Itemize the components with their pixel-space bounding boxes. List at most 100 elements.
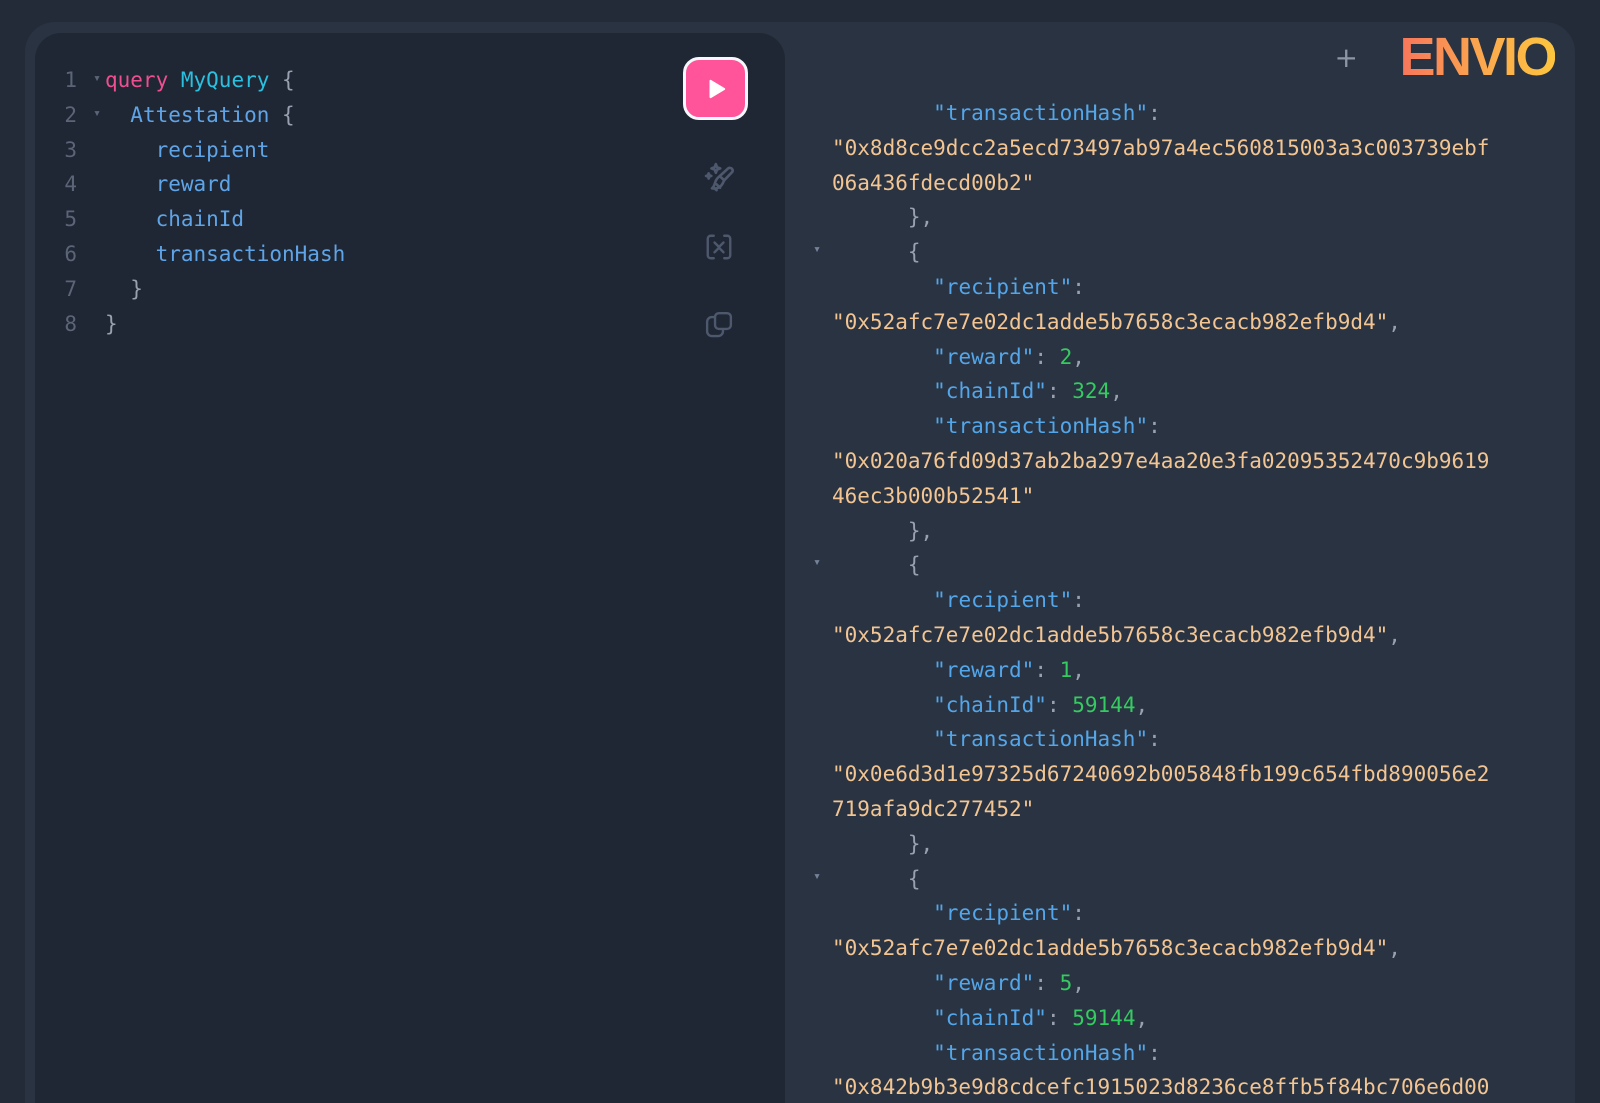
fold-toggle-icon[interactable]: ▾ <box>87 97 107 132</box>
response-line: 46ec3b000b52541" <box>785 479 1575 514</box>
query-line: 3 recipient <box>35 133 785 168</box>
line-number: 5 <box>35 202 77 237</box>
response-line: "recipient": <box>785 270 1575 305</box>
response-line: "reward": 5, <box>785 966 1575 1001</box>
code-text: "recipient": <box>832 583 1085 618</box>
envio-logo[interactable]: ENVIO <box>1399 30 1555 84</box>
response-line: ▾ { <box>785 235 1575 270</box>
copy-query-button[interactable] <box>697 303 741 347</box>
response-line: "reward": 2, <box>785 340 1575 375</box>
code-text: recipient <box>105 133 269 168</box>
line-number: 3 <box>35 133 77 168</box>
code-text: "transactionHash": <box>832 96 1161 131</box>
query-line: 2 ▾ Attestation { <box>35 98 785 133</box>
response-line: }, <box>785 827 1575 862</box>
code-text: }, <box>832 514 933 549</box>
query-line: 4 reward <box>35 167 785 202</box>
code-text: "transactionHash": <box>832 1036 1161 1071</box>
response-line: ▾ { <box>785 862 1575 897</box>
code-text: }, <box>832 200 933 235</box>
code-text: "reward": 5, <box>832 966 1085 1001</box>
response-line: "0x842b9b3e9d8cdcefc1915023d8236ce8ffb5f… <box>785 1070 1575 1103</box>
code-text: 46ec3b000b52541" <box>832 479 1034 514</box>
line-number: 1 <box>35 63 77 98</box>
query-line: 7 } <box>35 272 785 307</box>
response-line: "transactionHash": <box>785 409 1575 444</box>
query-code[interactable]: 1▾query MyQuery {2▾ Attestation {3 recip… <box>35 33 785 341</box>
code-text: "reward": 2, <box>832 340 1085 375</box>
code-text: { <box>832 548 921 583</box>
code-text: "0x842b9b3e9d8cdcefc1915023d8236ce8ffb5f… <box>832 1070 1489 1103</box>
response-line: "recipient": <box>785 583 1575 618</box>
query-line: 6 transactionHash <box>35 237 785 272</box>
code-text: "0x020a76fd09d37ab2ba297e4aa20e3fa020953… <box>832 444 1489 479</box>
execute-query-button[interactable] <box>683 57 748 120</box>
code-text: "0x0e6d3d1e97325d67240692b005848fb199c65… <box>832 757 1489 792</box>
code-text: "chainId": 59144, <box>832 1001 1148 1036</box>
line-number: 2 <box>35 98 77 133</box>
response-line: "0x0e6d3d1e97325d67240692b005848fb199c65… <box>785 757 1575 792</box>
query-editor-pane[interactable]: 1▾query MyQuery {2▾ Attestation {3 recip… <box>35 33 785 1103</box>
response-line: "recipient": <box>785 896 1575 931</box>
fold-toggle-icon[interactable]: ▾ <box>807 860 827 895</box>
code-text: { <box>832 862 921 897</box>
code-text: chainId <box>105 202 244 237</box>
code-text: "chainId": 324, <box>832 374 1123 409</box>
code-text: } <box>105 307 118 342</box>
response-line: ▾ { <box>785 548 1575 583</box>
add-tab-button[interactable]: + <box>1335 44 1358 72</box>
code-text: Attestation { <box>105 98 295 133</box>
code-text: "0x8d8ce9dcc2a5ecd73497ab97a4ec560815003… <box>832 131 1489 166</box>
response-line: "transactionHash": <box>785 96 1575 131</box>
line-number: 6 <box>35 237 77 272</box>
code-text: "0x52afc7e7e02dc1adde5b7658c3ecacb982efb… <box>832 618 1401 653</box>
response-line: "chainId": 59144, <box>785 1001 1575 1036</box>
response-line: "transactionHash": <box>785 722 1575 757</box>
response-line: "reward": 1, <box>785 653 1575 688</box>
code-text: "0x52afc7e7e02dc1adde5b7658c3ecacb982efb… <box>832 931 1401 966</box>
code-text: transactionHash <box>105 237 345 272</box>
code-text: "transactionHash": <box>832 409 1161 444</box>
response-pane: + ENVIO "transactionHash":"0x8d8ce9dcc2a… <box>785 22 1575 1103</box>
graphiql-page: { "colors": { "page_bg": "#232b39", "wor… <box>0 0 1600 1103</box>
response-line: "chainId": 59144, <box>785 688 1575 723</box>
fold-toggle-icon[interactable]: ▾ <box>807 546 827 581</box>
response-line: "chainId": 324, <box>785 374 1575 409</box>
fold-toggle-icon[interactable]: ▾ <box>807 233 827 268</box>
code-text: "chainId": 59144, <box>832 688 1148 723</box>
code-text: "transactionHash": <box>832 722 1161 757</box>
prettify-icon <box>698 156 740 198</box>
response-line: "0x52afc7e7e02dc1adde5b7658c3ecacb982efb… <box>785 305 1575 340</box>
code-text: reward <box>105 167 231 202</box>
code-text: "recipient": <box>832 896 1085 931</box>
graphiql-workspace: 1▾query MyQuery {2▾ Attestation {3 recip… <box>25 22 1575 1103</box>
prettify-button[interactable] <box>697 155 741 199</box>
response-line: "0x8d8ce9dcc2a5ecd73497ab97a4ec560815003… <box>785 131 1575 166</box>
code-text: "recipient": <box>832 270 1085 305</box>
response-line: 06a436fdecd00b2" <box>785 166 1575 201</box>
code-text: 719afa9dc277452" <box>832 792 1034 827</box>
query-line: 8} <box>35 307 785 342</box>
code-text: } <box>105 272 143 307</box>
code-text: "reward": 1, <box>832 653 1085 688</box>
code-text: "0x52afc7e7e02dc1adde5b7658c3ecacb982efb… <box>832 305 1401 340</box>
line-number: 8 <box>35 307 77 342</box>
code-text: query MyQuery { <box>105 63 295 98</box>
response-json: "transactionHash":"0x8d8ce9dcc2a5ecd7349… <box>785 22 1575 1103</box>
response-line: "0x52afc7e7e02dc1adde5b7658c3ecacb982efb… <box>785 931 1575 966</box>
play-icon <box>703 76 729 102</box>
response-line: }, <box>785 514 1575 549</box>
response-line: "transactionHash": <box>785 1036 1575 1071</box>
response-line: "0x52afc7e7e02dc1adde5b7658c3ecacb982efb… <box>785 618 1575 653</box>
response-line: "0x020a76fd09d37ab2ba297e4aa20e3fa020953… <box>785 444 1575 479</box>
code-text: }, <box>832 827 933 862</box>
query-line: 1 ▾query MyQuery { <box>35 63 785 98</box>
line-number: 4 <box>35 167 77 202</box>
merge-fragments-button[interactable] <box>697 225 741 269</box>
fold-toggle-icon[interactable]: ▾ <box>87 62 107 97</box>
code-text: 06a436fdecd00b2" <box>832 166 1034 201</box>
line-number: 7 <box>35 272 77 307</box>
copy-icon <box>700 306 738 344</box>
response-line: 719afa9dc277452" <box>785 792 1575 827</box>
code-text: { <box>832 235 921 270</box>
